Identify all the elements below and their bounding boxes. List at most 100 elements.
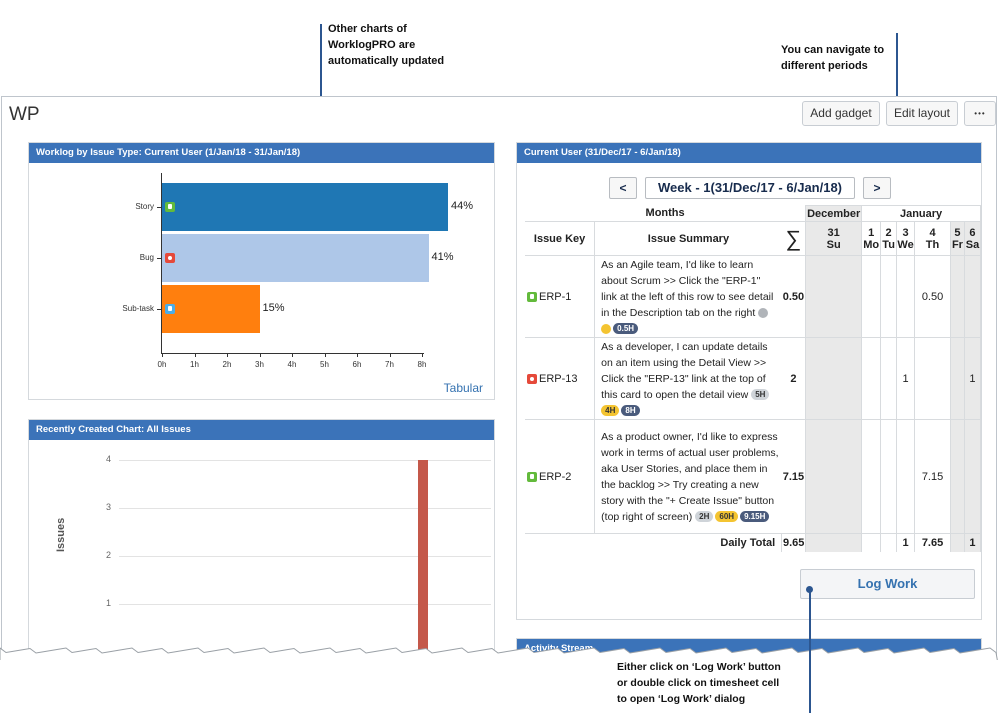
timesheet-cell[interactable] [880, 337, 898, 420]
category-label: Bug [139, 253, 154, 262]
x-tick [227, 353, 228, 357]
recently-created-chart: Issues 1 2 3 4 [29, 440, 494, 656]
gridline [119, 460, 491, 461]
callout-pointer-dot [806, 586, 813, 593]
bar[interactable] [418, 460, 428, 656]
timesheet-cell[interactable] [805, 419, 863, 534]
x-tick-label: 4h [287, 360, 297, 369]
day-number: 3 [902, 226, 909, 239]
callout-text: You can navigate to different periods [781, 44, 885, 72]
next-period-button[interactable]: > [863, 177, 891, 199]
timesheet-cell[interactable] [805, 337, 863, 420]
gadget-title: Current User (31/Dec/17 - 6/Jan/18) [517, 143, 981, 163]
bar[interactable] [162, 285, 260, 333]
tabular-link[interactable]: Tabular [444, 381, 483, 395]
timesheet-cell[interactable] [949, 419, 965, 534]
daily-total-sum: 9.65 [781, 533, 807, 552]
issue-key[interactable]: ERP-1 [539, 291, 571, 303]
month-december: December [805, 205, 863, 222]
bug-icon [165, 253, 175, 263]
day-number: 6 [969, 226, 976, 239]
log-work-button[interactable]: Log Work [800, 569, 975, 599]
y-tick-label: 3 [105, 502, 111, 512]
subtask-icon [165, 304, 175, 314]
issue-key-cell[interactable]: ERP-1 [525, 255, 596, 338]
daily-total-cell: 7.65 [914, 533, 951, 552]
timesheet-cell[interactable] [949, 337, 965, 420]
timesheet-cell[interactable] [861, 419, 882, 534]
timesheet-cell[interactable]: 7.15 [914, 419, 951, 534]
timesheet-table: Months December January Issue Key Issue … [525, 205, 981, 552]
timesheet-cell[interactable] [861, 337, 882, 420]
issue-summary: As an Agile team, I'd like to learn abou… [601, 258, 774, 319]
timesheet-row: ERP-2 As a product owner, I'd like to exp… [525, 419, 981, 534]
row-total: 7.15 [781, 419, 807, 534]
period-display: Week - 1(31/Dec/17 - 6/Jan/18) [645, 177, 855, 199]
timesheet-cell[interactable] [914, 337, 951, 420]
time-badge: 2H [695, 511, 714, 523]
timesheet-cell[interactable] [880, 255, 898, 338]
timesheet-cell[interactable] [805, 255, 863, 338]
timesheet-cell[interactable] [861, 255, 882, 338]
day-of-week: Tu [882, 238, 895, 251]
y-tick-label: 2 [105, 550, 111, 560]
story-icon [527, 471, 537, 482]
story-icon [527, 291, 537, 302]
daily-total-label: Daily Total [525, 533, 783, 552]
timesheet-cell[interactable]: 1 [896, 337, 916, 420]
time-badge: 5H [751, 389, 770, 401]
x-tick-label: 6h [352, 360, 362, 369]
estimate-dot [601, 323, 612, 334]
timesheet-cell[interactable]: 1 [963, 337, 981, 420]
day-number: 31 [827, 226, 840, 239]
daily-total-cell [805, 533, 863, 552]
issue-key[interactable]: ERP-2 [539, 471, 571, 483]
day-of-week: Fr [951, 238, 963, 251]
callout-log-work: Either click on ‘Log Work’ button or dou… [617, 659, 807, 707]
issue-key[interactable]: ERP-13 [539, 373, 578, 385]
issue-key-cell[interactable]: ERP-2 [525, 419, 596, 534]
bar[interactable] [162, 183, 448, 231]
prev-period-button[interactable]: < [609, 177, 637, 199]
callout-text: Other charts of WorklogPRO are automatic… [328, 23, 445, 67]
day-header: 4 Th [914, 221, 951, 256]
day-header: 5 Fr [949, 221, 965, 256]
dashboard: WP Add gadget Edit layout ••• Worklog by… [1, 96, 997, 656]
issue-key-cell[interactable]: ERP-13 [525, 337, 596, 420]
day-header: 2 Tu [880, 221, 898, 256]
below-tear-area [0, 660, 998, 713]
bar-value-label: 15% [262, 302, 285, 314]
timesheet-cell[interactable]: 0.50 [914, 255, 951, 338]
timesheet-cell[interactable] [896, 419, 916, 534]
worklog-bar-chart: Story 44% Bug 41% Sub-task 15% 0h 1h 2h 3h 4h 5h 6h 7… [29, 163, 494, 379]
add-gadget-button[interactable]: Add gadget [802, 101, 880, 126]
callout-text: Either click on ‘Log Work’ button or dou… [617, 661, 781, 705]
day-of-week: We [897, 238, 914, 251]
time-badge: 8H [621, 405, 640, 417]
time-badge: 0.5H [613, 323, 639, 335]
bar-value-label: 44% [451, 200, 474, 212]
category-label: Story [135, 202, 154, 211]
timesheet-cell[interactable] [963, 419, 981, 534]
worklog-issue-type-gadget: Worklog by Issue Type: Current User (1/J… [28, 142, 495, 400]
day-number: 4 [929, 226, 936, 239]
x-tick [259, 353, 261, 357]
x-tick-label: 1h [190, 360, 199, 369]
timesheet-cell[interactable] [896, 255, 916, 338]
issue-summary: As a developer, I can update details on … [601, 340, 768, 401]
edit-layout-button[interactable]: Edit layout [886, 101, 958, 126]
issue-summary-header: Issue Summary [594, 221, 782, 256]
daily-total-cell [880, 533, 898, 552]
timesheet-cell[interactable] [880, 419, 898, 534]
day-header: 3 We [896, 221, 916, 256]
gridline [119, 556, 491, 557]
dashboard-title: WP [9, 104, 40, 125]
x-tick-label: 2h [222, 360, 232, 369]
bar[interactable] [162, 234, 429, 282]
timesheet-cell[interactable] [949, 255, 965, 338]
gridline [119, 604, 491, 605]
more-options-button[interactable]: ••• [964, 101, 996, 126]
timesheet-cell[interactable] [963, 255, 981, 338]
day-of-week: Su [826, 238, 841, 251]
x-tick [422, 353, 423, 357]
